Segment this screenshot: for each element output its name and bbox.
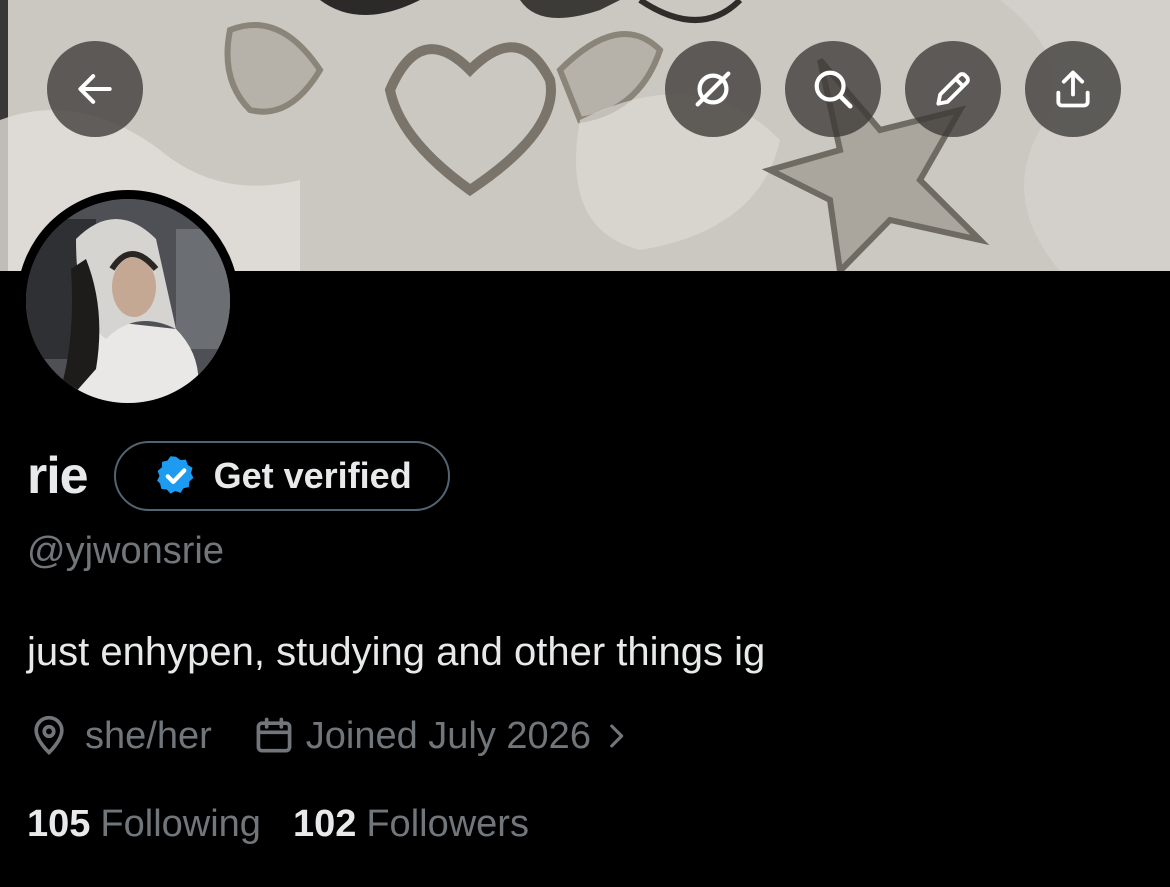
follow-stats: 105 Following 102 Followers — [27, 798, 529, 850]
following-label: Following — [100, 802, 261, 845]
profile-meta: she/her Joined July 2026 — [27, 708, 633, 764]
location-pin-icon — [34, 715, 64, 756]
avatar[interactable] — [17, 190, 239, 412]
following-link[interactable]: 105 Following — [27, 803, 261, 846]
chevron-right-icon — [610, 724, 624, 748]
search-button[interactable] — [785, 41, 881, 137]
username-handle: @yjwonsrie — [27, 530, 224, 572]
grok-slash-circle-icon — [695, 71, 731, 107]
calendar-icon — [256, 717, 292, 753]
followers-label: Followers — [366, 802, 529, 845]
location-text: she/her — [85, 714, 212, 757]
joined-text: Joined July 2026 — [305, 714, 591, 757]
get-verified-label: Get verified — [213, 455, 412, 496]
followers-link[interactable]: 102 Followers — [293, 803, 529, 846]
grok-button[interactable] — [665, 41, 761, 137]
back-button[interactable] — [47, 41, 143, 137]
share-button[interactable] — [1025, 41, 1121, 137]
avatar-photo — [26, 199, 230, 403]
display-name: rie — [27, 447, 89, 505]
joined-item[interactable]: Joined July 2026 — [252, 714, 633, 758]
verified-badge-icon — [156, 456, 194, 494]
name-row: rie Get verified — [27, 440, 450, 512]
edit-button[interactable] — [905, 41, 1001, 137]
arrow-left-icon — [78, 74, 112, 104]
location-item: she/her — [27, 714, 212, 758]
profile-bio: just enhypen, studying and other things … — [27, 630, 766, 674]
search-icon — [814, 70, 853, 109]
followers-count: 102 — [292, 802, 357, 845]
get-verified-button[interactable]: Get verified — [113, 441, 450, 511]
pencil-icon — [936, 72, 970, 106]
share-upload-icon — [1056, 70, 1090, 108]
following-count: 105 — [27, 802, 91, 845]
